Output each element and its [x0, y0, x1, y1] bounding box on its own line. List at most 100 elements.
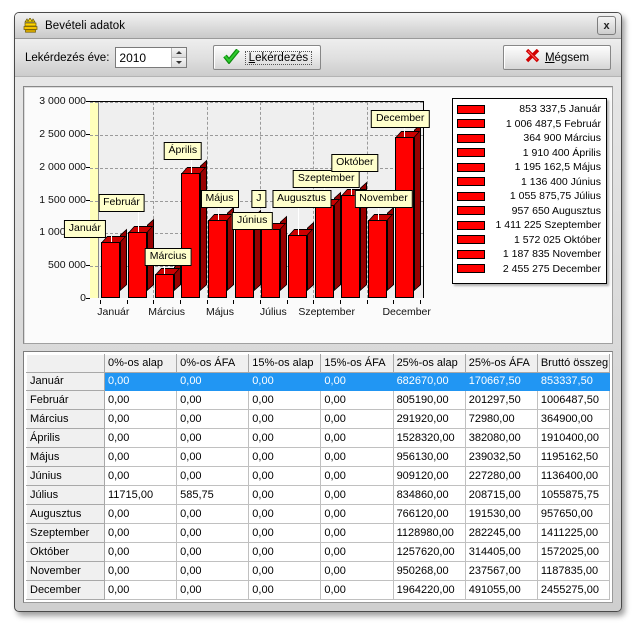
year-stepper[interactable]	[115, 47, 188, 68]
table-cell[interactable]: 682670,00	[392, 371, 466, 392]
cancel-button[interactable]: Mégsem	[503, 45, 611, 70]
table-column-header[interactable]: 0%-os ÁFA	[176, 354, 250, 373]
table-row[interactable]: November 0,00 0,00 0,00 0,00 950268,00 237567,…	[26, 561, 611, 581]
table-row[interactable]: Március 0,00 0,00 0,00 0,00 291920,00 72980,00…	[26, 409, 611, 430]
table-row-header[interactable]: Május	[26, 447, 105, 468]
table-row-header[interactable]: Január	[26, 371, 105, 392]
table-cell[interactable]: 364900,00	[536, 409, 611, 430]
table-cell[interactable]: 0,00	[103, 579, 178, 601]
table-cell[interactable]: 0,00	[176, 523, 250, 544]
table-cell[interactable]: 0,00	[103, 542, 178, 563]
table-cell[interactable]: 191530,00	[464, 504, 538, 525]
table-cell[interactable]: 1964220,00	[392, 579, 466, 601]
table-row-header[interactable]: Február	[26, 390, 105, 411]
table-cell[interactable]: 1257620,00	[392, 542, 466, 563]
table-cell[interactable]: 0,00	[176, 447, 250, 468]
table-cell[interactable]: 0,00	[176, 371, 250, 392]
spin-down-button[interactable]	[172, 58, 187, 67]
table-cell[interactable]: 0,00	[103, 466, 178, 487]
table-cell[interactable]: 0,00	[176, 542, 250, 563]
table-cell[interactable]: 1910400,00	[536, 428, 611, 449]
table-cell[interactable]: 1187835,00	[536, 561, 611, 581]
spin-up-button[interactable]	[172, 48, 187, 58]
table-cell[interactable]: 0,00	[103, 428, 178, 449]
table-cell[interactable]: 0,00	[320, 409, 394, 430]
table-cell[interactable]: 0,00	[320, 485, 394, 506]
table-row[interactable]: Április 0,00 0,00 0,00 0,00 1528320,00 382080,…	[26, 428, 611, 449]
table-column-header[interactable]: 25%-os ÁFA	[464, 354, 538, 373]
table-cell[interactable]: 585,75	[176, 485, 250, 506]
table-cell[interactable]: 0,00	[176, 504, 250, 525]
table-cell[interactable]: 834860,00	[392, 485, 466, 506]
table-cell[interactable]: 0,00	[320, 579, 394, 601]
table-cell[interactable]: 909120,00	[392, 466, 466, 487]
table-cell[interactable]: 0,00	[248, 371, 322, 392]
table-corner-header[interactable]	[26, 354, 105, 373]
table-column-header[interactable]: Bruttó összeg	[536, 354, 611, 373]
table-row[interactable]: Május 0,00 0,00 0,00 0,00 956130,00 239032,50 1…	[26, 447, 611, 468]
table-cell[interactable]: 0,00	[320, 390, 394, 411]
table-column-header[interactable]: 25%-os alap	[392, 354, 466, 373]
table-cell[interactable]: 957650,00	[536, 504, 611, 525]
table-row[interactable]: Szeptember 0,00 0,00 0,00 0,00 1128980,00 2822…	[26, 523, 611, 544]
table-row[interactable]: Július 11715,00 585,75 0,00 0,00 834860,00 208…	[26, 485, 611, 506]
table-cell[interactable]: 0,00	[320, 523, 394, 544]
table-column-header[interactable]: 0%-os alap	[103, 354, 178, 373]
table-row[interactable]: Október 0,00 0,00 0,00 0,00 1257620,00 314405,…	[26, 542, 611, 563]
table-cell[interactable]: 0,00	[176, 561, 250, 581]
table-cell[interactable]: 0,00	[103, 561, 178, 581]
table-row[interactable]: Február 0,00 0,00 0,00 0,00 805190,00 201297,5…	[26, 390, 611, 411]
table-cell[interactable]: 0,00	[320, 504, 394, 525]
table-cell[interactable]: 0,00	[176, 466, 250, 487]
table-cell[interactable]: 950268,00	[392, 561, 466, 581]
table-cell[interactable]: 805190,00	[392, 390, 466, 411]
table-cell[interactable]: 0,00	[176, 579, 250, 601]
table-cell[interactable]: 0,00	[248, 428, 322, 449]
table-cell[interactable]: 0,00	[103, 409, 178, 430]
query-button[interactable]: Lekérdezés	[213, 45, 322, 70]
table-cell[interactable]: 0,00	[320, 447, 394, 468]
table-row-header[interactable]: Szeptember	[26, 523, 105, 544]
year-input[interactable]	[116, 48, 172, 67]
table-row[interactable]: December 0,00 0,00 0,00 0,00 1964220,00 491055…	[26, 579, 611, 601]
table-cell[interactable]: 0,00	[103, 371, 178, 392]
table-row-header[interactable]: Október	[26, 542, 105, 563]
table-cell[interactable]: 956130,00	[392, 447, 466, 468]
table-cell[interactable]: 853337,50	[536, 371, 611, 392]
table-cell[interactable]: 282245,00	[464, 523, 538, 544]
table-cell[interactable]: 0,00	[176, 390, 250, 411]
table-cell[interactable]: 291920,00	[392, 409, 466, 430]
table-row[interactable]: Augusztus 0,00 0,00 0,00 0,00 766120,00 191530…	[26, 504, 611, 525]
table-column-header[interactable]: 15%-os alap	[248, 354, 322, 373]
table-cell[interactable]: 1411225,00	[536, 523, 611, 544]
table-cell[interactable]: 1195162,50	[536, 447, 611, 468]
table-cell[interactable]: 239032,50	[464, 447, 538, 468]
table-cell[interactable]: 2455275,00	[536, 579, 611, 601]
close-icon[interactable]: x	[597, 16, 616, 35]
table-row[interactable]: Június 0,00 0,00 0,00 0,00 909120,00 227280,00…	[26, 466, 611, 487]
table-cell[interactable]: 491055,00	[464, 579, 538, 601]
table-row-header[interactable]: November	[26, 561, 105, 581]
table-cell[interactable]: 0,00	[176, 409, 250, 430]
table-cell[interactable]: 766120,00	[392, 504, 466, 525]
data-table-panel[interactable]: 0%-os alap 0%-os ÁFA 15%-os alap 15%-os ÁFA…	[23, 351, 613, 603]
table-cell[interactable]: 0,00	[320, 428, 394, 449]
table-cell[interactable]: 0,00	[248, 504, 322, 525]
table-cell[interactable]: 0,00	[103, 390, 178, 411]
table-cell[interactable]: 201297,50	[464, 390, 538, 411]
table-cell[interactable]: 0,00	[248, 409, 322, 430]
table-cell[interactable]: 1006487,50	[536, 390, 611, 411]
table-cell[interactable]: 0,00	[176, 428, 250, 449]
table-cell[interactable]: 0,00	[320, 561, 394, 581]
table-row-header[interactable]: Július	[26, 485, 105, 506]
table-cell[interactable]: 0,00	[320, 371, 394, 392]
table-cell[interactable]: 0,00	[248, 542, 322, 563]
table-row-header[interactable]: Április	[26, 428, 105, 449]
table-cell[interactable]: 237567,00	[464, 561, 538, 581]
table-cell[interactable]: 0,00	[103, 447, 178, 468]
table-cell[interactable]: 314405,00	[464, 542, 538, 563]
table-cell[interactable]: 227280,00	[464, 466, 538, 487]
table-cell[interactable]: 1136400,00	[536, 466, 611, 487]
table-cell[interactable]: 11715,00	[103, 485, 178, 506]
table-cell[interactable]: 0,00	[248, 523, 322, 544]
